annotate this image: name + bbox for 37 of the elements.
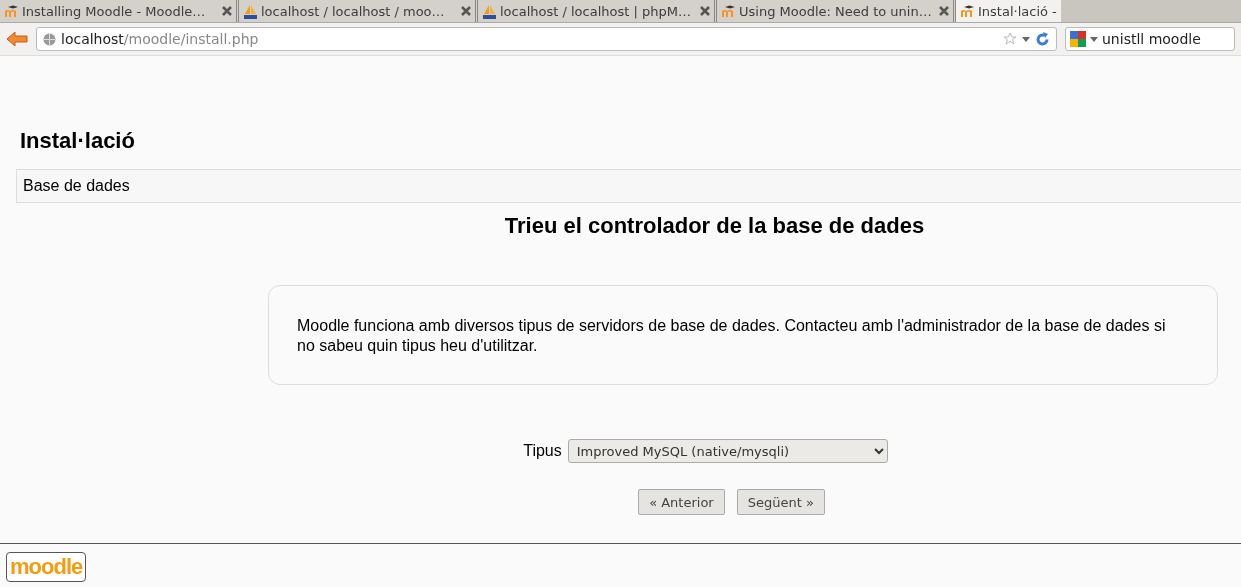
dropdown-caret-icon[interactable] <box>1090 36 1098 42</box>
sailboat-icon <box>243 3 258 19</box>
browser-tab[interactable]: Using Moodle: Need to unin… <box>717 0 956 22</box>
browser-tab[interactable]: localhost / localhost / moo… <box>239 0 478 22</box>
url-text: localhost/moodle/install.php <box>61 31 259 47</box>
reload-icon[interactable] <box>1035 31 1050 47</box>
browser-tab[interactable]: Instal·lació - <box>956 0 1061 22</box>
search-field[interactable]: unistll moodle <box>1065 27 1235 51</box>
tab-title: localhost / localhost | phpM… <box>500 3 691 19</box>
close-icon[interactable] <box>939 6 949 16</box>
nav-button[interactable]: Següent » <box>736 489 825 515</box>
google-icon <box>1070 31 1086 47</box>
dropdown-caret-icon[interactable] <box>1022 36 1030 42</box>
close-icon[interactable] <box>700 6 710 16</box>
field-label: Tipus <box>523 442 562 460</box>
globe-icon <box>43 32 56 46</box>
browser-tab[interactable]: localhost / localhost | phpM… <box>478 0 717 22</box>
close-icon[interactable] <box>461 6 471 16</box>
address-bar[interactable]: localhost/moodle/install.php <box>36 27 1057 51</box>
tab-title: Using Moodle: Need to unin… <box>739 3 932 19</box>
browser-tab[interactable]: Installing Moodle - Moodle… <box>0 0 239 22</box>
star-icon[interactable] <box>1003 32 1017 46</box>
close-icon[interactable] <box>222 6 232 16</box>
database-type-select[interactable]: Improved MySQL (native/mysqli) <box>567 439 888 463</box>
tab-title: localhost / localhost / moo… <box>261 3 445 19</box>
sailboat-icon <box>482 3 497 19</box>
step-title: Trieu el controlador de la base de dades <box>503 213 926 240</box>
moodle-icon <box>721 4 736 18</box>
moodle-icon <box>4 4 19 18</box>
tab-title: Installing Moodle - Moodle… <box>22 3 206 19</box>
back-arrow-icon[interactable] <box>6 31 28 47</box>
page-heading: Instal·lació <box>19 127 136 155</box>
nav-button[interactable]: « Anterior <box>638 489 725 515</box>
info-text: Moodle funciona amb diversos tipus de servidors de base de dades. Contacteu amb l'administrador de la base de dades si no sabeu quin tipus heu d'utilitzar. <box>297 317 1166 354</box>
tab-title: Instal·lació - <box>978 3 1057 19</box>
section-title: Base de dades <box>23 177 130 195</box>
moodle-icon <box>960 4 975 18</box>
